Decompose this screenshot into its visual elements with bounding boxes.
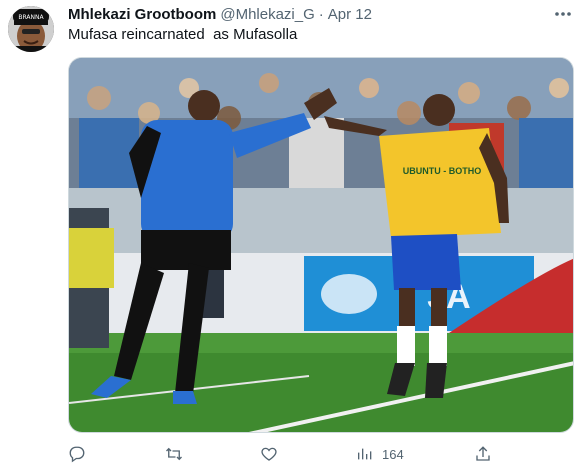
separator: · [318, 5, 324, 23]
share-button[interactable] [474, 442, 492, 466]
jersey-text: UBUNTU - BOTHO [403, 166, 482, 176]
like-button[interactable] [260, 442, 278, 466]
tweet-date[interactable]: Apr 12 [328, 6, 372, 23]
views-count: 164 [382, 446, 404, 462]
tweet-photo[interactable]: JA UBUNTU - BOTHO [68, 57, 574, 433]
more-horizontal-icon [555, 12, 571, 16]
views-button[interactable]: 164 [356, 442, 404, 466]
tweet-header: Mhlekazi Grootboom @Mhlekazi_G · Apr 12 [68, 4, 372, 24]
photo-scene: JA UBUNTU - BOTHO [69, 58, 573, 432]
like-icon [261, 447, 277, 461]
action-bar: 164 [68, 442, 498, 468]
share-icon [476, 446, 490, 461]
avatar[interactable]: BRANNA [8, 6, 54, 52]
author-handle[interactable]: @Mhlekazi_G [220, 6, 314, 23]
tweet-card[interactable]: BRANNA Mhlekazi Grootboom @Mhlekazi_G · … [0, 0, 585, 465]
author-name[interactable]: Mhlekazi Grootboom [68, 6, 216, 23]
reply-icon [69, 446, 85, 463]
retweet-icon [166, 447, 182, 461]
avatar-cap-text: BRANNA [18, 14, 44, 21]
views-icon [358, 448, 372, 460]
avatar-image: BRANNA [8, 6, 54, 52]
retweet-button[interactable] [164, 442, 184, 466]
more-options-button[interactable] [551, 4, 575, 24]
reply-button[interactable] [68, 442, 86, 466]
tweet-text: Mufasa reincarnated as Mufasolla [68, 26, 298, 43]
